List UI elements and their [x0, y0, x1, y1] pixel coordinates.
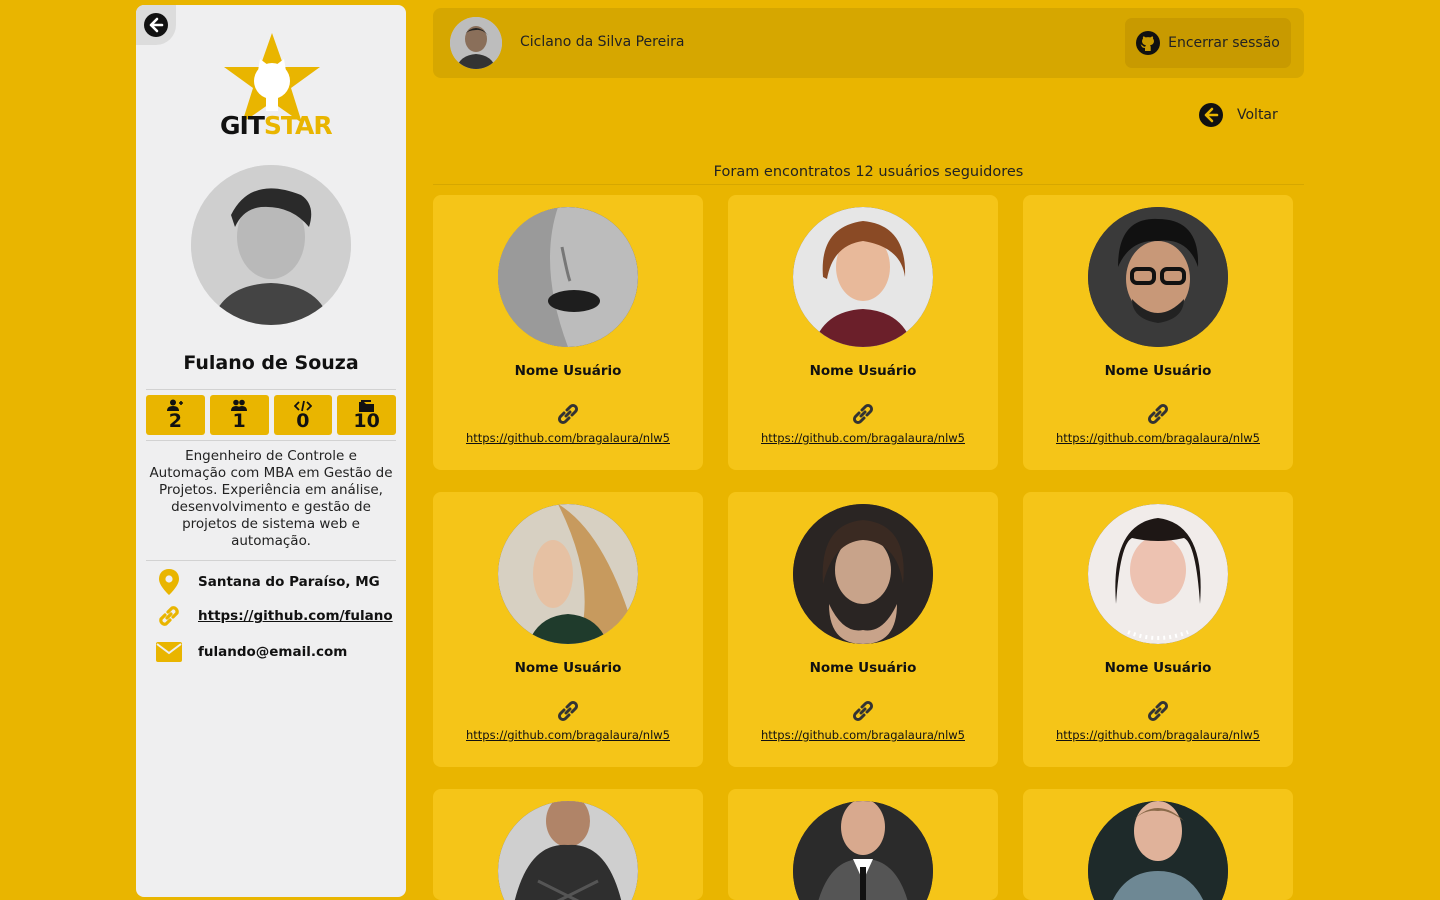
- profile-github: https://github.com/fulano: [156, 603, 393, 629]
- divider: [146, 560, 396, 561]
- map-pin-icon: [159, 569, 179, 595]
- follower-name: Nome Usuário: [1104, 363, 1212, 379]
- stat-following-value: 1: [232, 410, 246, 432]
- gitstar-logo-text: GITSTAR: [220, 111, 333, 140]
- envelope-icon: [156, 642, 182, 662]
- email-text[interactable]: fulando@email.com: [198, 644, 347, 660]
- link-icon[interactable]: [851, 402, 875, 426]
- follower-avatar: [1088, 801, 1228, 900]
- follower-avatar: [498, 801, 638, 900]
- follower-card[interactable]: Nome Usuário https://github.com/bragalau…: [1023, 195, 1293, 470]
- current-user-name: Ciclano da Silva Pereira: [520, 34, 685, 50]
- github-profile-link[interactable]: https://github.com/fulano: [198, 608, 393, 624]
- follower-name: Nome Usuário: [514, 660, 622, 676]
- profile-location: Santana do Paraíso, MG: [156, 569, 380, 595]
- follower-url[interactable]: https://github.com/bragalaura/nlw5: [433, 431, 703, 445]
- follower-card[interactable]: [728, 789, 998, 900]
- follower-avatar: [1088, 207, 1228, 347]
- follower-avatar: [498, 207, 638, 347]
- follower-card[interactable]: [1023, 789, 1293, 900]
- stat-gists-value: 0: [296, 409, 310, 432]
- follower-card[interactable]: Nome Usuário https://github.com/bragalau…: [433, 195, 703, 470]
- link-icon: [159, 606, 179, 626]
- follower-name: Nome Usuário: [1104, 660, 1212, 676]
- follower-avatar: [793, 504, 933, 644]
- back-label: Voltar: [1237, 107, 1278, 123]
- follower-url[interactable]: https://github.com/bragalaura/nlw5: [1023, 728, 1293, 742]
- follower-url[interactable]: https://github.com/bragalaura/nlw5: [433, 728, 703, 742]
- divider: [146, 389, 396, 390]
- follower-name: Nome Usuário: [809, 660, 917, 676]
- follower-avatar: [793, 801, 933, 900]
- profile-email: fulando@email.com: [156, 642, 347, 662]
- follower-card[interactable]: Nome Usuário https://github.com/bragalau…: [728, 195, 998, 470]
- stat-gists[interactable]: 0: [273, 395, 333, 435]
- back-button[interactable]: Voltar: [1199, 103, 1278, 127]
- logout-button[interactable]: Encerrar sessão: [1125, 18, 1291, 68]
- link-icon[interactable]: [851, 699, 875, 723]
- results-summary: Foram encontratos 12 usuários seguidores: [713, 164, 1024, 180]
- profile-stats: 2 1 0 10: [146, 395, 396, 435]
- link-icon[interactable]: [556, 699, 580, 723]
- profile-avatar: [191, 165, 351, 325]
- stat-repos-value: 10: [353, 409, 380, 432]
- link-icon[interactable]: [1146, 699, 1170, 723]
- follower-name: Nome Usuário: [809, 363, 917, 379]
- stat-repos[interactable]: 10: [337, 395, 396, 435]
- profile-bio: Engenheiro de Controle e Automação com M…: [149, 448, 393, 549]
- sidebar-back-button[interactable]: [136, 5, 176, 45]
- stat-followers-value: 2: [168, 410, 182, 432]
- follower-avatar: [793, 207, 933, 347]
- follower-name: Nome Usuário: [514, 363, 622, 379]
- follower-avatar: [498, 504, 638, 644]
- link-icon[interactable]: [556, 402, 580, 426]
- follower-avatar: [1088, 504, 1228, 644]
- current-user-avatar[interactable]: [450, 17, 502, 69]
- follower-card[interactable]: [433, 789, 703, 900]
- follower-card[interactable]: Nome Usuário https://github.com/bragalau…: [433, 492, 703, 767]
- follower-card[interactable]: Nome Usuário https://github.com/bragalau…: [728, 492, 998, 767]
- profile-sidebar: GITSTAR Fulano de Souza 2 1 0 10 Engenhe…: [136, 5, 406, 897]
- github-icon: [1136, 31, 1161, 55]
- stat-followers[interactable]: 2: [146, 395, 205, 435]
- top-bar: Ciclano da Silva Pereira Encerrar sessão: [433, 8, 1304, 78]
- location-text: Santana do Paraíso, MG: [198, 574, 380, 590]
- follower-url[interactable]: https://github.com/bragalaura/nlw5: [728, 728, 998, 742]
- follower-card[interactable]: Nome Usuário https://github.com/bragalau…: [1023, 492, 1293, 767]
- link-icon[interactable]: [1146, 402, 1170, 426]
- follower-url[interactable]: https://github.com/bragalaura/nlw5: [728, 431, 998, 445]
- arrow-left-icon: [144, 13, 168, 37]
- follower-url[interactable]: https://github.com/bragalaura/nlw5: [1023, 431, 1293, 445]
- logout-label: Encerrar sessão: [1168, 35, 1280, 51]
- stat-following[interactable]: 1: [209, 395, 269, 435]
- arrow-left-icon: [1199, 103, 1223, 127]
- divider: [146, 440, 396, 441]
- profile-name: Fulano de Souza: [183, 352, 359, 374]
- divider: [433, 184, 1304, 185]
